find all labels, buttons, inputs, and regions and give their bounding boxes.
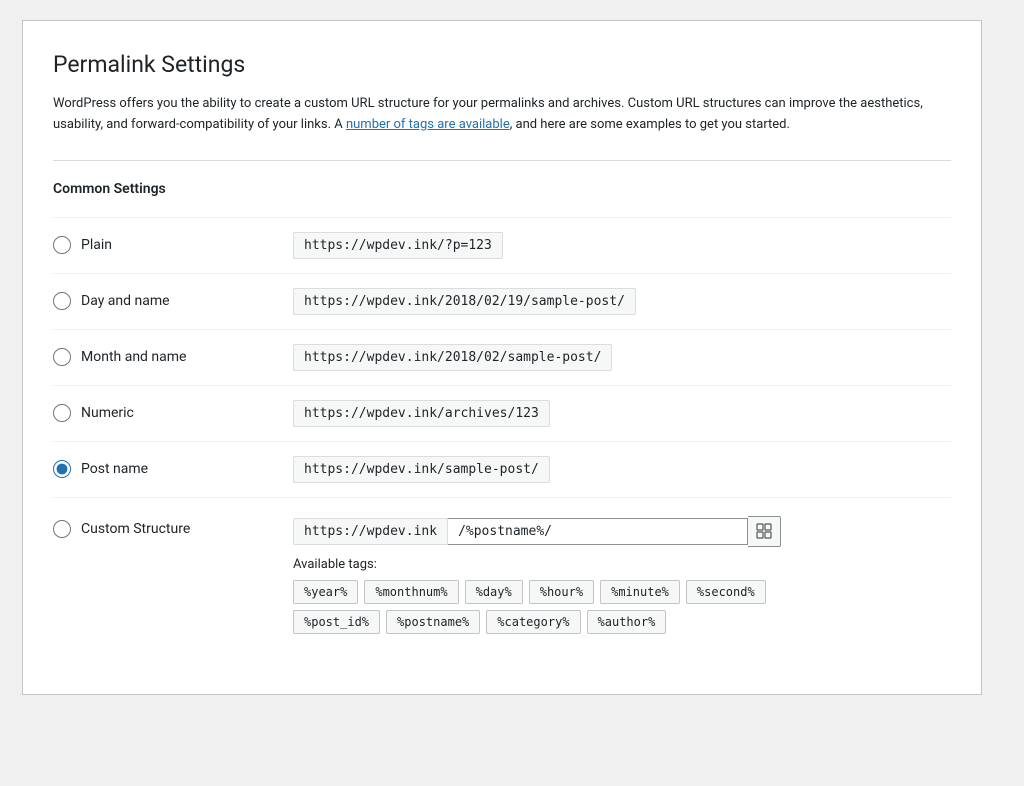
- tag-postname[interactable]: %postname%: [386, 610, 480, 634]
- tags-row-2: %post_id% %postname% %category% %author%: [293, 610, 951, 634]
- tag-monthnum[interactable]: %monthnum%: [364, 580, 458, 604]
- tag-post-id[interactable]: %post_id%: [293, 610, 380, 634]
- permalink-option-day-and-name: Day and name https://wpdev.ink/2018/02/1…: [53, 273, 951, 329]
- day-and-name-radio[interactable]: [53, 292, 71, 310]
- tags-row-1: %year% %monthnum% %day% %hour% %minute% …: [293, 580, 951, 604]
- custom-structure-radio[interactable]: [53, 520, 71, 538]
- post-name-label[interactable]: Post name: [53, 460, 293, 478]
- post-name-url-area: https://wpdev.ink/sample-post/: [293, 456, 951, 483]
- available-tags-label: Available tags:: [293, 557, 951, 572]
- numeric-label[interactable]: Numeric: [53, 404, 293, 422]
- plain-url-area: https://wpdev.ink/?p=123: [293, 232, 951, 259]
- tag-second[interactable]: %second%: [686, 580, 766, 604]
- day-and-name-label[interactable]: Day and name: [53, 292, 293, 310]
- numeric-url: https://wpdev.ink/archives/123: [293, 400, 550, 427]
- tags-toggle-button[interactable]: [748, 516, 781, 547]
- numeric-label-text: Numeric: [81, 405, 134, 421]
- permalink-option-plain: Plain https://wpdev.ink/?p=123: [53, 217, 951, 273]
- day-and-name-url: https://wpdev.ink/2018/02/19/sample-post…: [293, 288, 636, 315]
- custom-structure-input-group: https://wpdev.ink: [293, 516, 951, 547]
- tag-year[interactable]: %year%: [293, 580, 358, 604]
- page-title: Permalink Settings: [53, 51, 951, 78]
- permalink-option-custom-structure: Custom Structure https://wpdev.ink: [53, 497, 951, 654]
- numeric-radio[interactable]: [53, 404, 71, 422]
- custom-structure-value-area: https://wpdev.ink Available tags:: [293, 516, 951, 640]
- section-divider: [53, 160, 951, 161]
- custom-url-prefix: https://wpdev.ink: [293, 518, 448, 545]
- day-and-name-label-text: Day and name: [81, 293, 170, 309]
- month-and-name-url-area: https://wpdev.ink/2018/02/sample-post/: [293, 344, 951, 371]
- post-name-url: https://wpdev.ink/sample-post/: [293, 456, 550, 483]
- day-and-name-url-area: https://wpdev.ink/2018/02/19/sample-post…: [293, 288, 951, 315]
- month-and-name-label[interactable]: Month and name: [53, 348, 293, 366]
- tags-available-link[interactable]: number of tags are available: [346, 117, 510, 132]
- plain-label[interactable]: Plain: [53, 236, 293, 254]
- page-description: WordPress offers you the ability to crea…: [53, 94, 951, 136]
- tag-author[interactable]: %author%: [587, 610, 667, 634]
- plain-radio[interactable]: [53, 236, 71, 254]
- grid-icon: [756, 523, 772, 539]
- common-settings-heading: Common Settings: [53, 181, 951, 197]
- tag-minute[interactable]: %minute%: [600, 580, 680, 604]
- plain-url: https://wpdev.ink/?p=123: [293, 232, 503, 259]
- custom-structure-label-text: Custom Structure: [81, 521, 190, 537]
- numeric-url-area: https://wpdev.ink/archives/123: [293, 400, 951, 427]
- post-name-radio[interactable]: [53, 460, 71, 478]
- month-and-name-radio[interactable]: [53, 348, 71, 366]
- permalink-option-month-and-name: Month and name https://wpdev.ink/2018/02…: [53, 329, 951, 385]
- post-name-label-text: Post name: [81, 461, 148, 477]
- available-tags-section: Available tags: %year% %monthnum% %day% …: [293, 557, 951, 634]
- permalink-option-numeric: Numeric https://wpdev.ink/archives/123: [53, 385, 951, 441]
- permalink-option-post-name: Post name https://wpdev.ink/sample-post/: [53, 441, 951, 497]
- month-and-name-url: https://wpdev.ink/2018/02/sample-post/: [293, 344, 612, 371]
- tag-day[interactable]: %day%: [465, 580, 523, 604]
- month-and-name-label-text: Month and name: [81, 349, 186, 365]
- description-text-2: , and here are some examples to get you …: [510, 117, 790, 132]
- tag-hour[interactable]: %hour%: [529, 580, 594, 604]
- custom-url-input[interactable]: [448, 518, 748, 545]
- tag-category[interactable]: %category%: [486, 610, 580, 634]
- plain-label-text: Plain: [81, 237, 112, 253]
- custom-structure-label[interactable]: Custom Structure: [53, 516, 293, 538]
